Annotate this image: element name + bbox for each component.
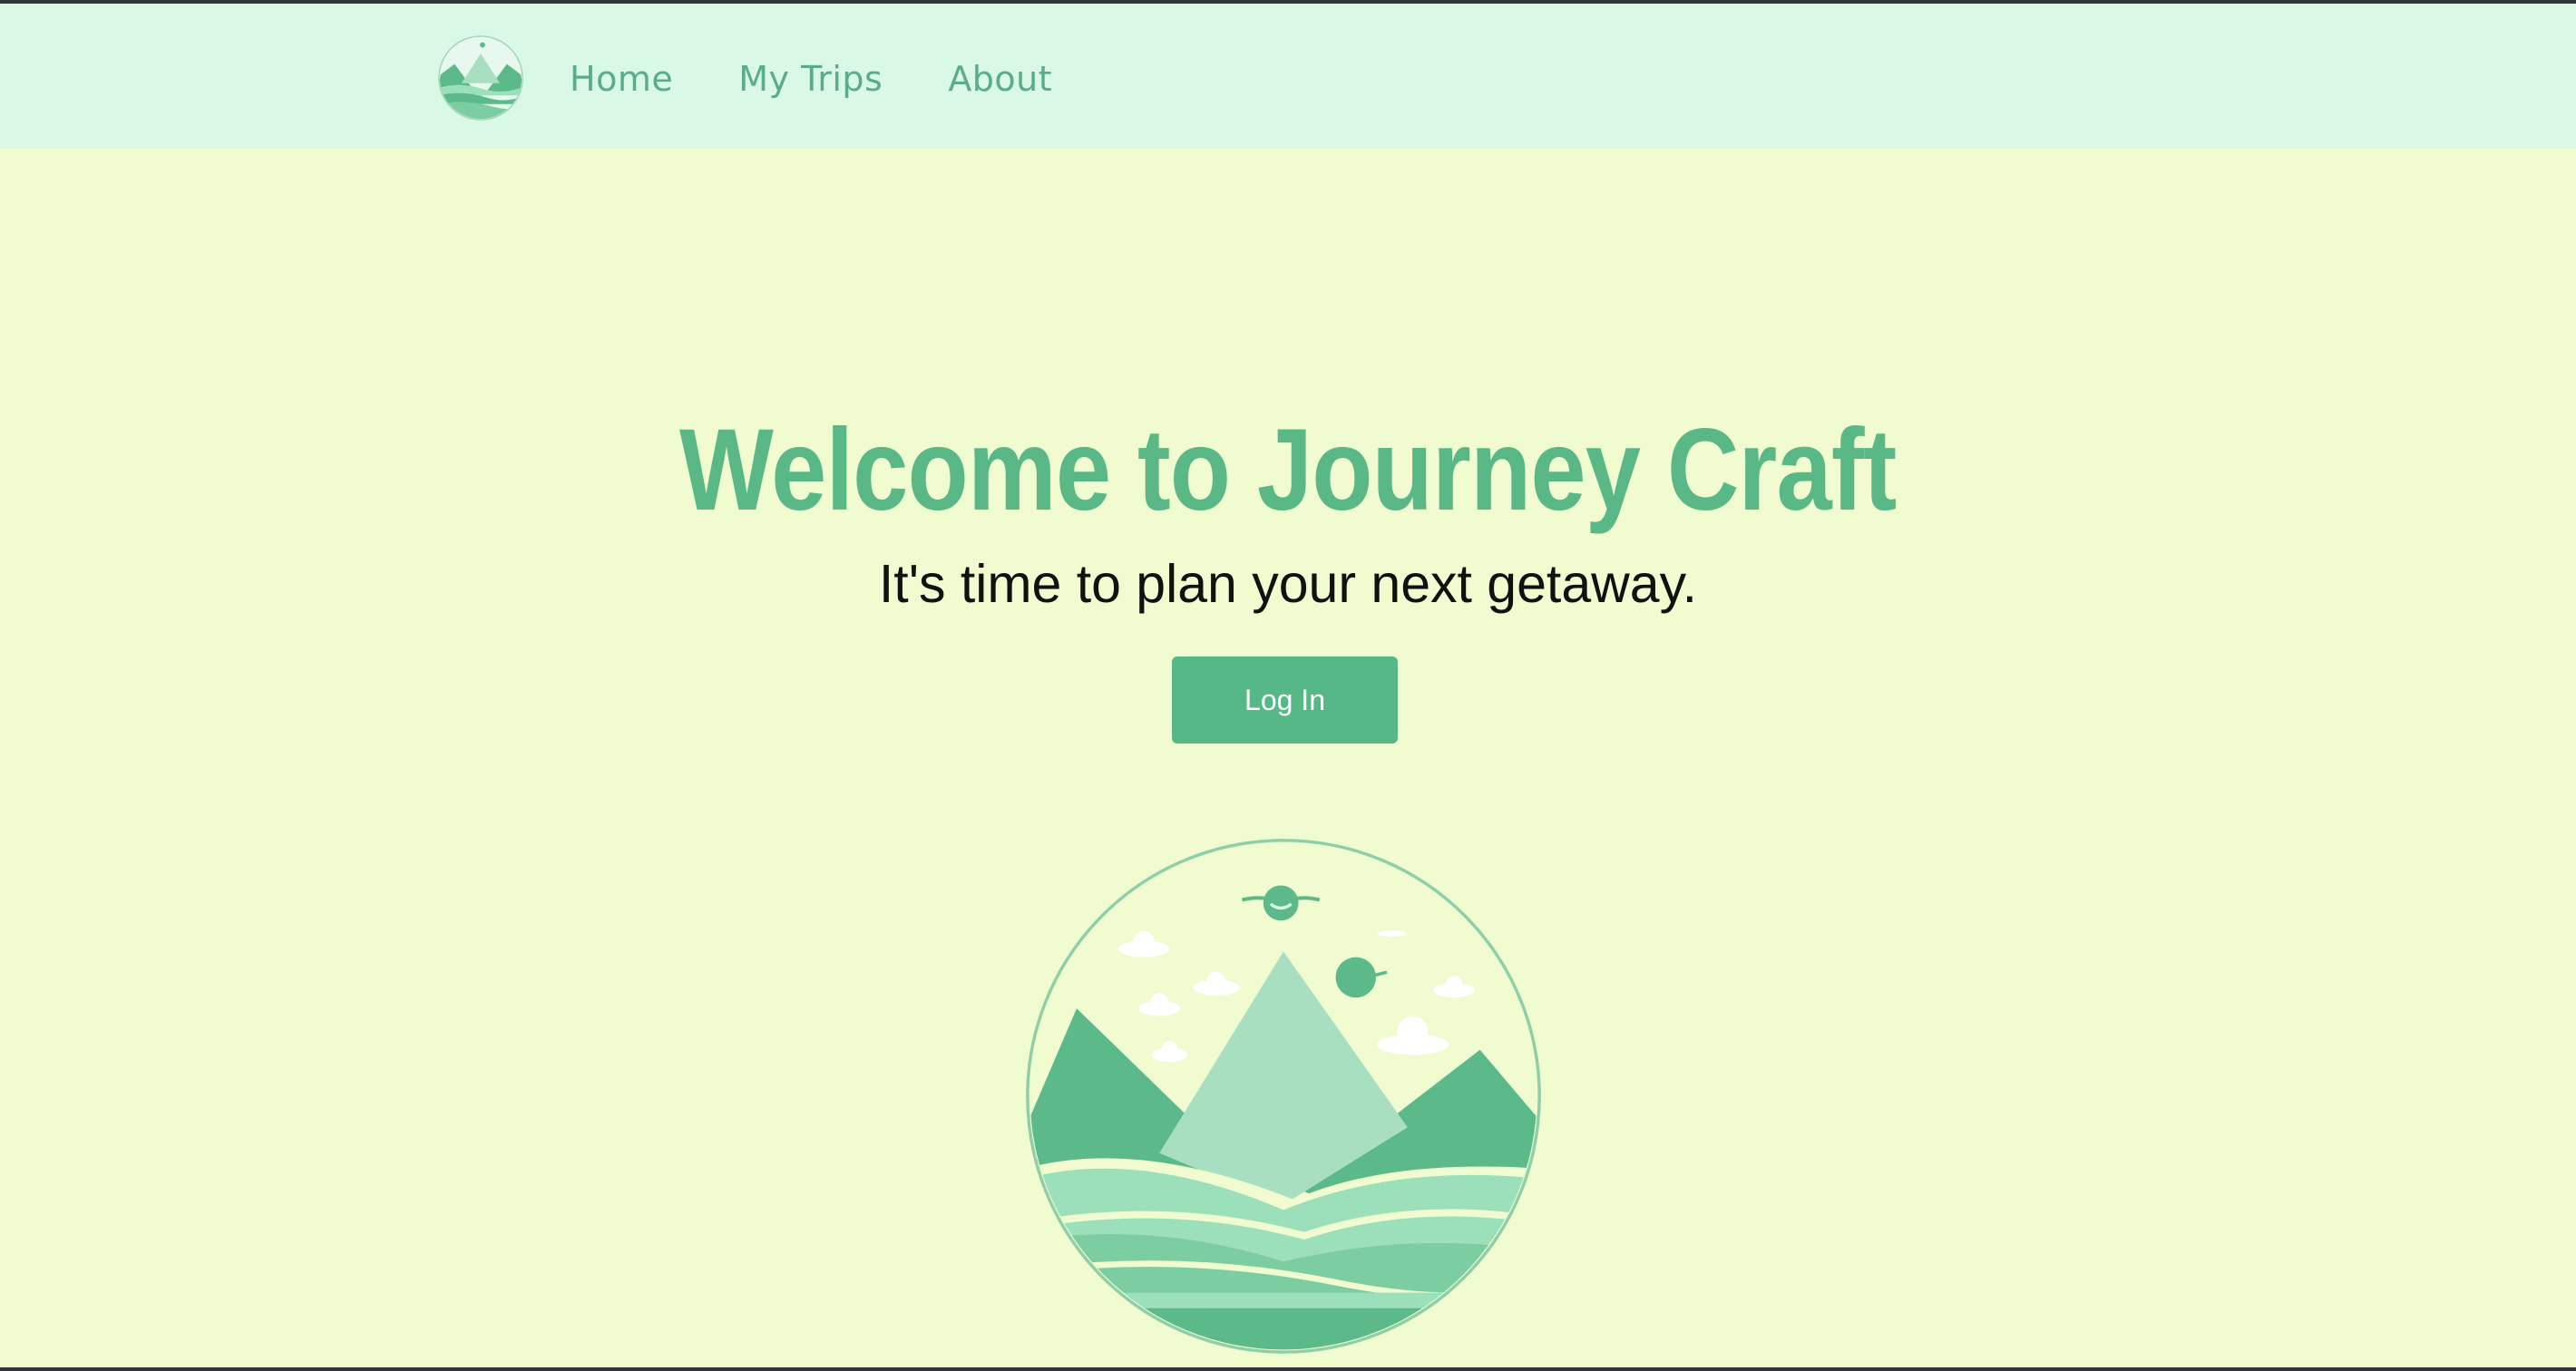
top-navbar: Home My Trips About — [0, 4, 2576, 149]
primary-nav: Home My Trips About — [570, 49, 1117, 109]
mountain-lake-illustration-icon — [1026, 839, 1541, 1354]
login-button[interactable]: Log In — [1172, 656, 1398, 744]
hero-title: Welcome to Journey Craft — [679, 405, 1897, 535]
nav-link-about[interactable]: About — [948, 59, 1052, 99]
hero-subtitle: It's time to plan your next getaway. — [878, 554, 1698, 614]
mountain-lake-logo-icon[interactable] — [437, 34, 524, 122]
page: Home My Trips About Welcome to Journey C… — [0, 4, 2576, 1367]
nav-link-my-trips[interactable]: My Trips — [738, 59, 883, 99]
nav-link-home[interactable]: Home — [570, 59, 673, 99]
